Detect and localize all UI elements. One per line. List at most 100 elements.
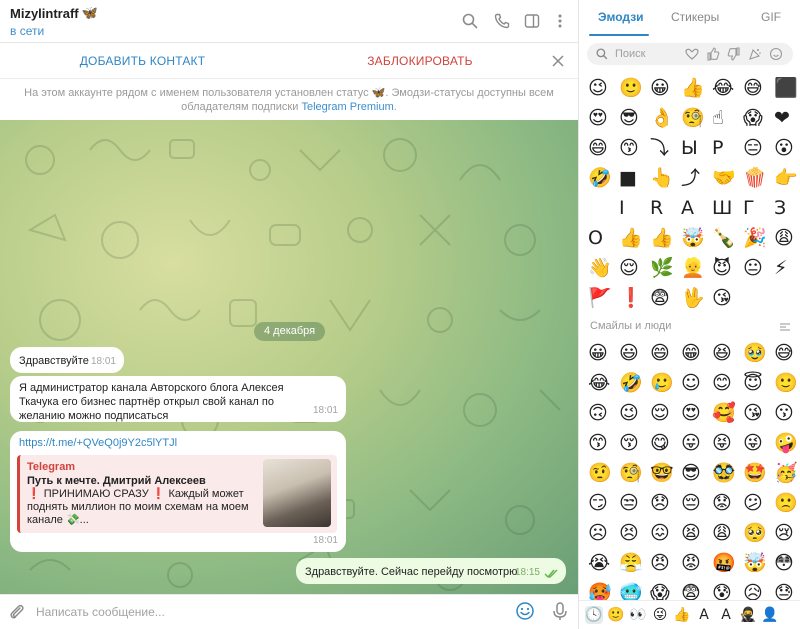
- emoji-cell[interactable]: 😩: [712, 518, 743, 548]
- emoji-cell[interactable]: 😃: [619, 338, 650, 368]
- emoji-category-tab[interactable]: 🙂: [607, 606, 625, 624]
- emoji-cell[interactable]: ❤: [774, 103, 800, 133]
- add-contact-button[interactable]: ДОБАВИТЬ КОНТАКТ: [0, 43, 285, 79]
- emoji-cell[interactable]: 🌿: [650, 253, 681, 283]
- emoji-cell[interactable]: 😅: [774, 338, 800, 368]
- emoji-cell[interactable]: 😉: [588, 73, 619, 103]
- emoji-cell[interactable]: 🤨: [588, 458, 619, 488]
- emoji-cell[interactable]: 😘: [712, 283, 743, 313]
- emoji-category-tab[interactable]: 👀: [629, 606, 647, 624]
- emoji-cell[interactable]: 😐: [743, 253, 774, 283]
- emoji-category-tab[interactable]: 🥷: [739, 606, 757, 624]
- emoji-cell[interactable]: ⬛: [774, 73, 800, 103]
- emoji-cell[interactable]: 🥳: [774, 458, 800, 488]
- emoji-cell[interactable]: 😔: [681, 488, 712, 518]
- emoji-cell[interactable]: З: [774, 193, 800, 223]
- emoji-cell[interactable]: 🚩: [588, 283, 619, 313]
- emoji-cell[interactable]: 😎: [681, 458, 712, 488]
- microphone-icon[interactable]: [550, 601, 570, 621]
- heart-outline-icon[interactable]: [685, 47, 699, 61]
- close-icon[interactable]: [550, 53, 566, 69]
- emoji-cell[interactable]: ❗: [619, 283, 650, 313]
- emoji-cell[interactable]: ⚡: [774, 253, 800, 283]
- emoji-cell[interactable]: Р: [712, 133, 743, 163]
- emoji-cell[interactable]: ☹: [588, 518, 619, 548]
- emoji-cell[interactable]: 😝: [712, 428, 743, 458]
- emoji-cell[interactable]: 👱: [681, 253, 712, 283]
- emoji-cell[interactable]: 😤: [619, 548, 650, 578]
- emoji-cell[interactable]: 😌: [619, 253, 650, 283]
- emoji-cell[interactable]: 🤣: [588, 163, 619, 193]
- emoji-cell[interactable]: 🤓: [650, 458, 681, 488]
- emoji-cell[interactable]: 😭: [588, 548, 619, 578]
- emoji-cell[interactable]: 👍: [619, 223, 650, 253]
- emoji-cell[interactable]: 😄: [588, 133, 619, 163]
- emoji-cell[interactable]: 🙃: [588, 398, 619, 428]
- emoji-cell[interactable]: ⤵: [650, 133, 681, 163]
- tab-gif[interactable]: GIF: [761, 10, 781, 24]
- emoji-cell[interactable]: 😙: [588, 428, 619, 458]
- emoji-cell[interactable]: 😳: [774, 548, 800, 578]
- emoji-category-tab[interactable]: 👍: [673, 606, 691, 624]
- emoji-cell[interactable]: 🤝: [712, 163, 743, 193]
- emoji-cell[interactable]: 🤩: [743, 458, 774, 488]
- emoji-cell[interactable]: 😊: [712, 368, 743, 398]
- emoji-cell[interactable]: 🙂: [619, 73, 650, 103]
- emoji-cell[interactable]: 👍: [650, 223, 681, 253]
- emoji-cell[interactable]: 🥰: [712, 398, 743, 428]
- emoji-cell[interactable]: 😡: [681, 548, 712, 578]
- emoji-cell[interactable]: 😕: [743, 488, 774, 518]
- emoji-cell[interactable]: 👋: [588, 253, 619, 283]
- emoji-category-tab[interactable]: A: [695, 606, 713, 624]
- emoji-cell[interactable]: 😎: [619, 103, 650, 133]
- emoji-cell[interactable]: 😅: [743, 73, 774, 103]
- emoji-category-tab[interactable]: 😜: [651, 606, 669, 624]
- emoji-cell[interactable]: А: [681, 193, 712, 223]
- emoji-cell[interactable]: Ы: [681, 133, 712, 163]
- search-icon[interactable]: [460, 11, 480, 31]
- phone-icon[interactable]: [492, 11, 512, 31]
- emoji-cell[interactable]: 😆: [712, 338, 743, 368]
- emoji-cell[interactable]: 😱: [743, 103, 774, 133]
- emoji-cell[interactable]: 😍: [588, 103, 619, 133]
- emoji-cell[interactable]: [588, 193, 619, 223]
- emoji-cell[interactable]: 😞: [650, 488, 681, 518]
- emoji-cell[interactable]: 😈: [712, 253, 743, 283]
- sidebar-toggle-icon[interactable]: [522, 11, 542, 31]
- emoji-cell[interactable]: 😍: [681, 398, 712, 428]
- tab-emoji[interactable]: Эмодзи: [598, 10, 644, 24]
- thumbs-down-icon[interactable]: [727, 47, 741, 61]
- emoji-cell[interactable]: ☺: [681, 368, 712, 398]
- emoji-cell[interactable]: 🎉: [743, 223, 774, 253]
- emoji-cell[interactable]: 😂: [712, 73, 743, 103]
- message-link[interactable]: https://t.me/+QVeQ0j9Y2c5lYTJl: [19, 436, 337, 450]
- emoji-category-tab[interactable]: 👤: [761, 606, 779, 624]
- emoji-cell[interactable]: 😗: [774, 398, 800, 428]
- emoji-cell[interactable]: 😜: [743, 428, 774, 458]
- peer-name[interactable]: Mizylintraff 🦋: [10, 6, 98, 21]
- attach-icon[interactable]: [7, 602, 27, 622]
- emoji-category-tab[interactable]: 🕓: [585, 606, 603, 624]
- emoji-cell[interactable]: 🙂: [774, 368, 800, 398]
- emoji-search[interactable]: [587, 43, 793, 65]
- collapse-icon[interactable]: [778, 320, 792, 334]
- emoji-cell[interactable]: Г: [743, 193, 774, 223]
- emoji-cell[interactable]: 😀: [588, 338, 619, 368]
- emoji-cell[interactable]: 😘: [743, 398, 774, 428]
- emoji-cell[interactable]: 🤪: [774, 428, 800, 458]
- emoji-cell[interactable]: 😋: [650, 428, 681, 458]
- premium-link[interactable]: Telegram Premium: [301, 101, 393, 113]
- emoji-cell[interactable]: 🤣: [619, 368, 650, 398]
- emoji-cell[interactable]: 😚: [619, 428, 650, 458]
- emoji-cell[interactable]: 😇: [743, 368, 774, 398]
- emoji-cell[interactable]: 👍: [681, 73, 712, 103]
- emoji-cell[interactable]: 🤬: [712, 548, 743, 578]
- status-emoji[interactable]: 🦋: [82, 6, 98, 21]
- emoji-cell[interactable]: ⤴: [681, 163, 712, 193]
- emoji-cell[interactable]: 🥺: [743, 518, 774, 548]
- emoji-search-input[interactable]: [615, 46, 695, 62]
- emoji-cell[interactable]: 😩: [774, 223, 800, 253]
- emoji-cell[interactable]: 😀: [650, 73, 681, 103]
- emoji-cell[interactable]: І: [619, 193, 650, 223]
- emoji-cell[interactable]: 😢: [774, 518, 800, 548]
